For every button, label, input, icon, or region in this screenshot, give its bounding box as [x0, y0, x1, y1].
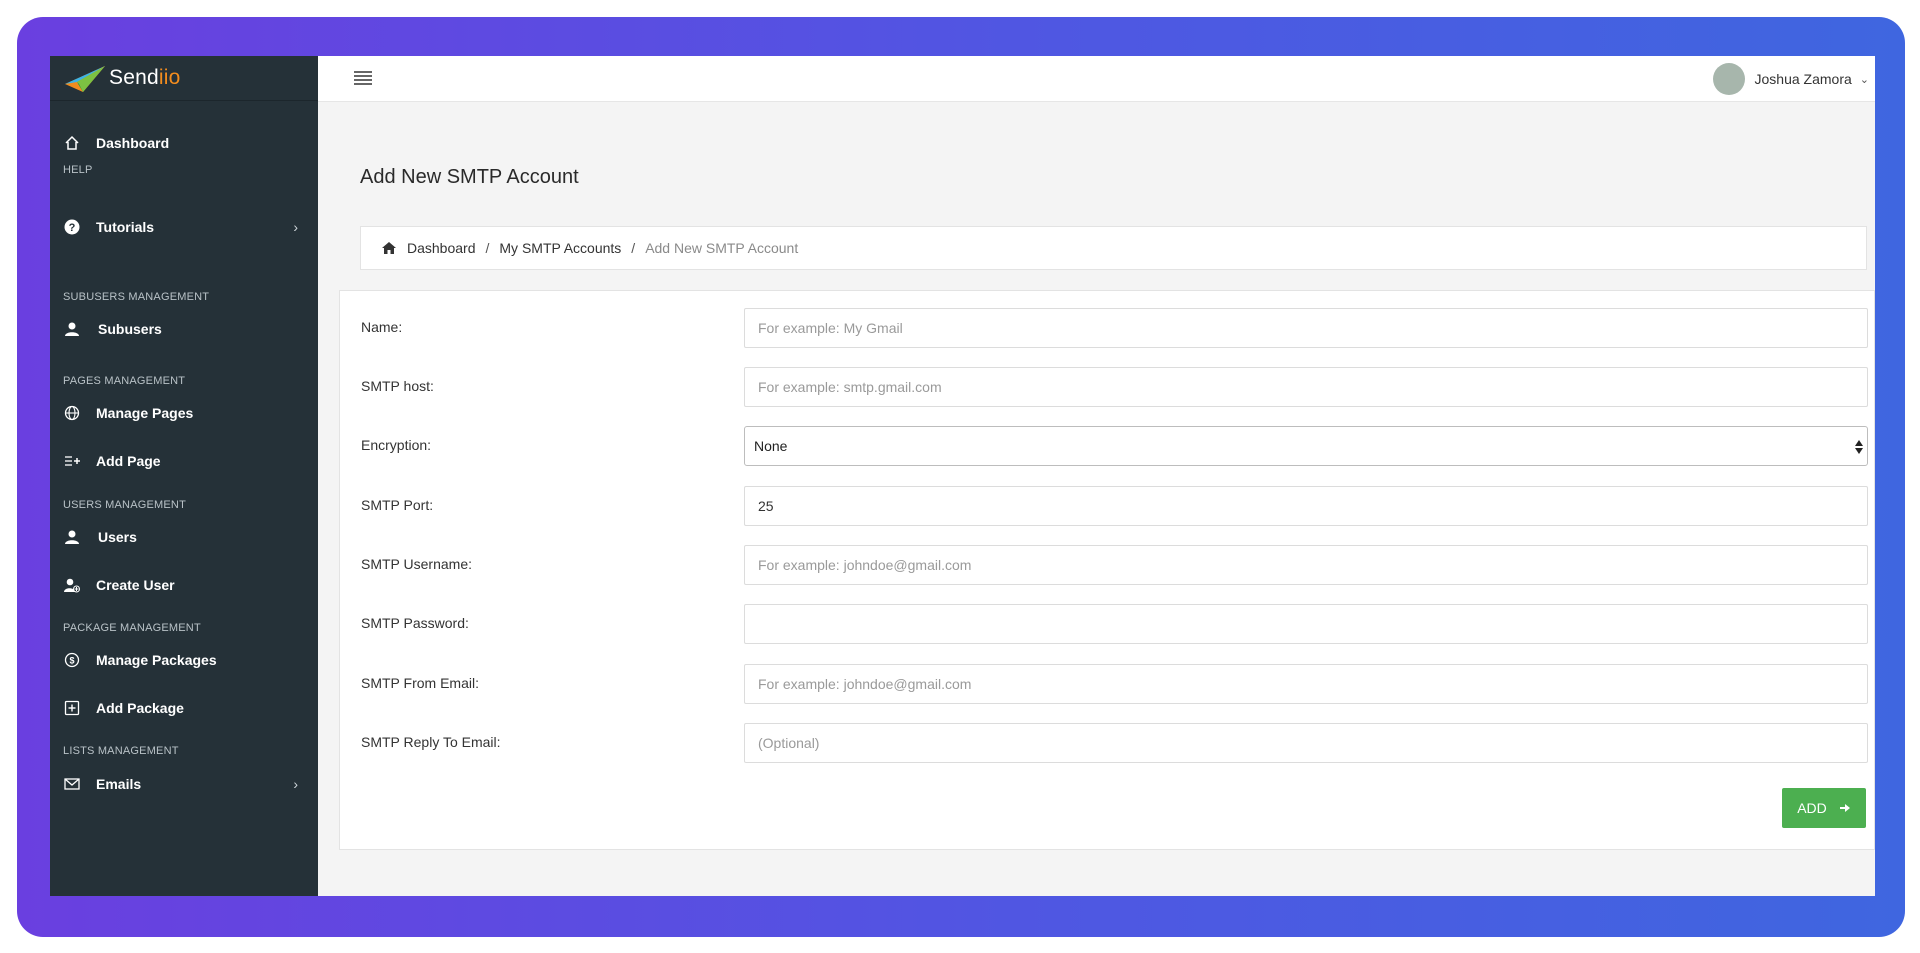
envelope-icon — [63, 775, 81, 793]
app-window: Sendiio Dashboard HELP ? Tutorials › SUB… — [50, 56, 1875, 896]
sidebar-item-label: Users — [98, 529, 137, 545]
sidebar-header-lists: LISTS MANAGEMENT — [63, 745, 179, 757]
form-row-port: SMTP Port: — [340, 486, 1875, 526]
smtp-host-input[interactable] — [744, 367, 1868, 407]
presentation-frame: Sendiio Dashboard HELP ? Tutorials › SUB… — [17, 17, 1905, 937]
svg-text:$: $ — [69, 656, 74, 666]
breadcrumb-separator: / — [631, 240, 636, 256]
form-row-host: SMTP host: — [340, 367, 1875, 407]
name-label: Name: — [361, 319, 403, 335]
sidebar-item-label: Manage Packages — [96, 652, 217, 668]
help-circle-icon: ? — [63, 218, 81, 236]
page-title: Add New SMTP Account — [360, 166, 579, 188]
sidebar-header-packages: PACKAGE MANAGEMENT — [63, 622, 201, 634]
sidebar-item-label: Manage Pages — [96, 405, 194, 421]
svg-text:?: ? — [69, 222, 76, 234]
form-row-name: Name: — [340, 308, 1875, 348]
smtp-form-panel: Name: SMTP host: Encryption: None — [339, 290, 1875, 850]
sidebar-item-emails[interactable]: Emails › — [50, 764, 318, 804]
logo-text: Sendiio — [109, 66, 181, 89]
encryption-selected-value: None — [754, 438, 788, 454]
sidebar-item-manage-pages[interactable]: Manage Pages — [50, 393, 318, 433]
arrow-right-icon — [1839, 804, 1850, 812]
sidebar-item-tutorials[interactable]: ? Tutorials › — [50, 207, 318, 247]
sidebar-item-dashboard[interactable]: Dashboard — [50, 123, 318, 163]
form-row-username: SMTP Username: — [340, 545, 1875, 585]
sidebar-header-help: HELP — [63, 164, 93, 176]
smtp-password-label: SMTP Password: — [361, 615, 469, 631]
dollar-circle-icon: $ — [63, 651, 81, 669]
breadcrumb-link-smtp-accounts[interactable]: My SMTP Accounts — [499, 240, 621, 256]
encryption-label: Encryption: — [361, 437, 432, 453]
sidebar-item-users[interactable]: Users — [50, 517, 318, 557]
breadcrumb-link-dashboard[interactable]: Dashboard — [407, 240, 476, 256]
chevron-right-icon: › — [293, 776, 298, 792]
smtp-reply-to-label: SMTP Reply To Email: — [361, 734, 501, 750]
sidebar-item-create-user[interactable]: Create User — [50, 565, 318, 605]
user-menu[interactable]: Joshua Zamora ⌄ — [1712, 62, 1869, 96]
chevron-down-icon: ⌄ — [1859, 73, 1869, 86]
sidebar-header-users: USERS MANAGEMENT — [63, 499, 186, 511]
sidebar-item-add-package[interactable]: Add Package — [50, 688, 318, 728]
smtp-from-email-input[interactable] — [744, 664, 1868, 704]
user-icon — [63, 320, 81, 338]
user-name: Joshua Zamora — [1754, 71, 1852, 87]
form-row-encryption: Encryption: None — [340, 426, 1875, 466]
select-arrows-icon — [1855, 440, 1863, 454]
breadcrumb-current: Add New SMTP Account — [645, 240, 799, 256]
sidebar-header-pages: PAGES MANAGEMENT — [63, 375, 186, 387]
smtp-port-label: SMTP Port: — [361, 497, 434, 513]
home-icon — [63, 134, 81, 152]
paper-plane-logo-icon — [65, 66, 105, 92]
smtp-reply-to-input[interactable] — [744, 723, 1868, 763]
smtp-from-email-label: SMTP From Email: — [361, 675, 479, 691]
smtp-username-input[interactable] — [744, 545, 1868, 585]
hamburger-menu-icon[interactable] — [354, 70, 372, 86]
logo[interactable]: Sendiio — [50, 56, 318, 101]
add-button[interactable]: ADD — [1782, 788, 1866, 828]
sidebar-item-add-page[interactable]: Add Page — [50, 441, 318, 481]
encryption-select[interactable]: None — [744, 426, 1868, 466]
sidebar-item-subusers[interactable]: Subusers — [50, 309, 318, 349]
sidebar-item-label: Subusers — [98, 321, 162, 337]
chevron-right-icon: › — [293, 219, 298, 235]
name-input[interactable] — [744, 308, 1868, 348]
sidebar-item-label: Create User — [96, 577, 175, 593]
main-content: Add New SMTP Account Dashboard / My SMTP… — [318, 102, 1875, 896]
sidebar-item-label: Add Page — [96, 453, 161, 469]
breadcrumb: Dashboard / My SMTP Accounts / Add New S… — [360, 226, 1867, 270]
smtp-password-input[interactable] — [744, 604, 1868, 644]
user-icon — [63, 528, 81, 546]
sidebar-item-manage-packages[interactable]: $ Manage Packages — [50, 640, 318, 680]
globe-icon — [63, 404, 81, 422]
square-plus-icon — [63, 699, 81, 717]
sidebar-item-label: Emails — [96, 776, 142, 792]
sidebar-item-label: Tutorials — [96, 219, 155, 235]
add-button-label: ADD — [1797, 800, 1827, 816]
list-add-icon — [63, 452, 81, 470]
sidebar-item-label: Dashboard — [96, 135, 170, 151]
home-icon — [382, 242, 396, 254]
smtp-port-input[interactable] — [744, 486, 1868, 526]
avatar — [1712, 63, 1745, 95]
sidebar: Sendiio Dashboard HELP ? Tutorials › SUB… — [50, 56, 318, 896]
form-row-password: SMTP Password: — [340, 604, 1875, 644]
sidebar-header-subusers: SUBUSERS MANAGEMENT — [63, 291, 210, 303]
topbar: Joshua Zamora ⌄ — [318, 56, 1875, 102]
user-add-icon — [63, 576, 81, 594]
breadcrumb-separator: / — [485, 240, 490, 256]
sidebar-item-label: Add Package — [96, 700, 184, 716]
smtp-host-label: SMTP host: — [361, 378, 434, 394]
smtp-username-label: SMTP Username: — [361, 556, 472, 572]
form-row-reply-to: SMTP Reply To Email: — [340, 723, 1875, 763]
form-row-from-email: SMTP From Email: — [340, 664, 1875, 704]
